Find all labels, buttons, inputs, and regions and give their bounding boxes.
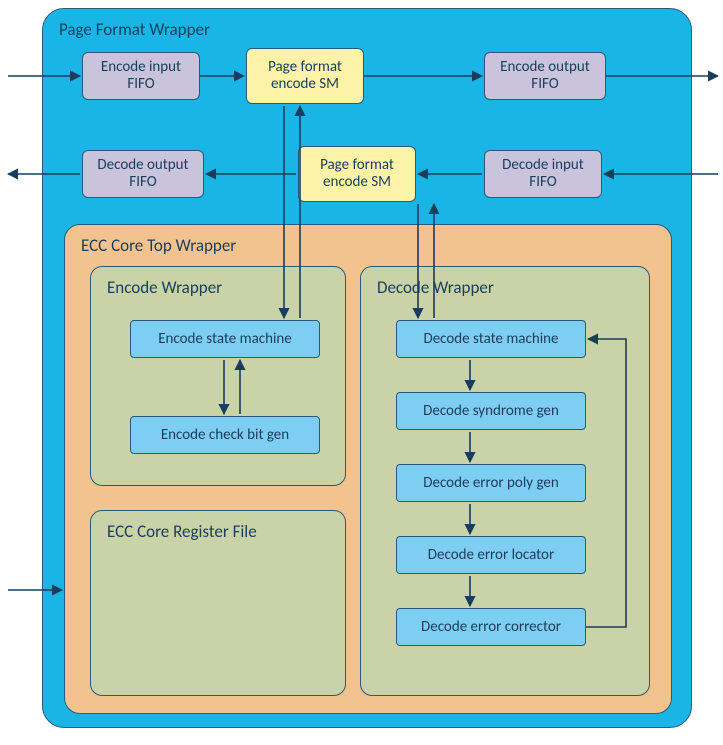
decode-error-locator: Decode error locator — [396, 536, 586, 574]
encode-input-fifo: Encode inputFIFO — [82, 52, 200, 100]
encode-wrapper-title: Encode Wrapper — [101, 273, 335, 306]
decode-wrapper-title: Decode Wrapper — [371, 273, 639, 306]
decode-syndrome-gen: Decode syndrome gen — [396, 392, 586, 430]
decode-error-corrector: Decode error corrector — [396, 608, 586, 646]
page-format-wrapper-title: Page Format Wrapper — [53, 15, 681, 48]
encode-check-bit-gen: Encode check bit gen — [130, 416, 320, 454]
ecc-core-top-wrapper-title: ECC Core Top Wrapper — [75, 231, 661, 264]
encode-state-machine: Encode state machine — [130, 320, 320, 358]
ecc-core-register-file-title: ECC Core Register File — [101, 517, 335, 550]
page-format-encode-sm-bottom: Page formatencode SM — [298, 146, 416, 202]
decode-state-machine: Decode state machine — [396, 320, 586, 358]
page-format-encode-sm-top: Page formatencode SM — [246, 48, 364, 104]
decode-error-poly-gen: Decode error poly gen — [396, 464, 586, 502]
decode-output-fifo: Decode outputFIFO — [82, 150, 204, 198]
decode-input-fifo: Decode inputFIFO — [484, 150, 602, 198]
ecc-core-register-file: ECC Core Register File — [90, 510, 346, 696]
encode-output-fifo: Encode outputFIFO — [484, 52, 606, 100]
